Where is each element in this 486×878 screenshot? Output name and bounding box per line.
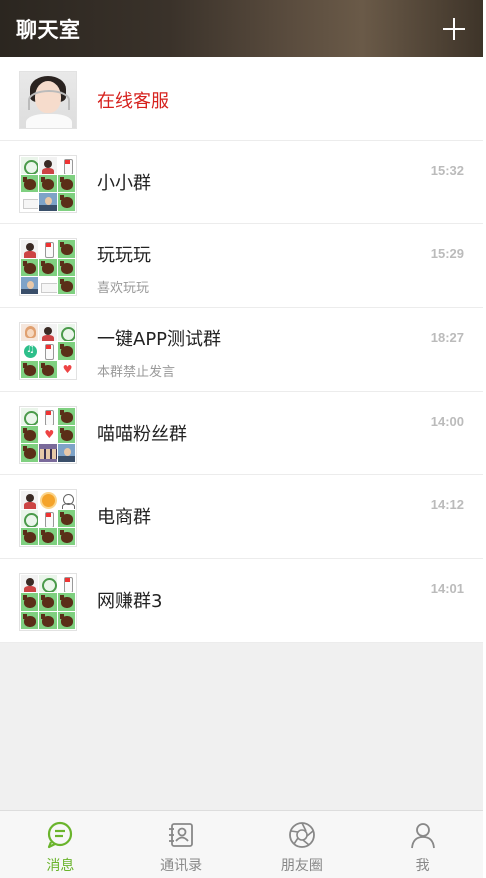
conversation-preview: 本群禁止发言	[97, 365, 176, 381]
page-title: 聊天室	[16, 17, 81, 42]
conversation-time: 18:27	[430, 330, 464, 346]
tab-label: 我	[415, 858, 430, 874]
chat-bubble-icon	[48, 821, 73, 849]
group-avatar	[19, 573, 77, 632]
group-avatar	[19, 238, 77, 297]
tab-messages[interactable]: 消息	[0, 811, 121, 878]
tab-label: 消息	[46, 858, 75, 874]
conversation-time: 15:29	[430, 246, 464, 262]
conversation-row[interactable]: 网赚群3 14:01	[0, 559, 483, 643]
conversation-row[interactable]: 小小群 15:32	[0, 140, 483, 225]
conversation-name: 喵喵粉丝群	[97, 423, 187, 445]
conversation-time: 15:32	[430, 162, 464, 178]
conversation-name: 玩玩玩	[97, 245, 151, 267]
conversation-list: 在线客服 小小群 15:32 玩玩玩 喜欢玩玩 15:29 ♫ ♥ 一键APP测…	[0, 57, 483, 643]
conversation-row[interactable]: 电商群 14:12	[0, 475, 483, 560]
tab-moments[interactable]: 朋友圈	[242, 811, 363, 878]
conversation-time: 14:00	[430, 413, 464, 429]
bottom-tab-bar: 消息 通讯录 朋友圈 我	[0, 810, 483, 878]
conversation-name: 小小群	[97, 172, 151, 194]
group-avatar	[19, 405, 77, 464]
app-header: 聊天室	[0, 0, 483, 57]
conversation-time: 14:01	[430, 581, 464, 597]
plus-icon[interactable]	[441, 16, 467, 42]
contacts-icon	[169, 823, 194, 847]
conversation-row[interactable]: 玩玩玩 喜欢玩玩 15:29	[0, 224, 483, 309]
conversation-row[interactable]: 喵喵粉丝群 14:00	[0, 391, 483, 476]
conversation-preview: 喜欢玩玩	[97, 281, 150, 297]
tab-label: 通讯录	[160, 858, 203, 874]
tab-me[interactable]: 我	[362, 811, 483, 878]
conversation-name: 电商群	[97, 507, 151, 529]
conversation-time: 14:12	[430, 497, 464, 513]
group-avatar	[19, 322, 77, 381]
conversation-row[interactable]: 一键APP测试群 本群禁止发言 18:27	[0, 308, 483, 392]
person-icon	[410, 823, 435, 849]
group-avatar	[19, 489, 77, 548]
conversation-row-customer-service[interactable]: 在线客服	[0, 57, 483, 141]
group-avatar	[19, 154, 77, 213]
tab-contacts[interactable]: 通讯录	[121, 811, 242, 878]
conversation-name: 网赚群3	[97, 591, 163, 613]
tab-label: 朋友圈	[280, 858, 323, 874]
customer-service-avatar	[19, 71, 77, 129]
conversation-name: 一键APP测试群	[97, 329, 222, 351]
conversation-name: 在线客服	[97, 91, 169, 112]
camera-aperture-icon	[288, 822, 315, 848]
